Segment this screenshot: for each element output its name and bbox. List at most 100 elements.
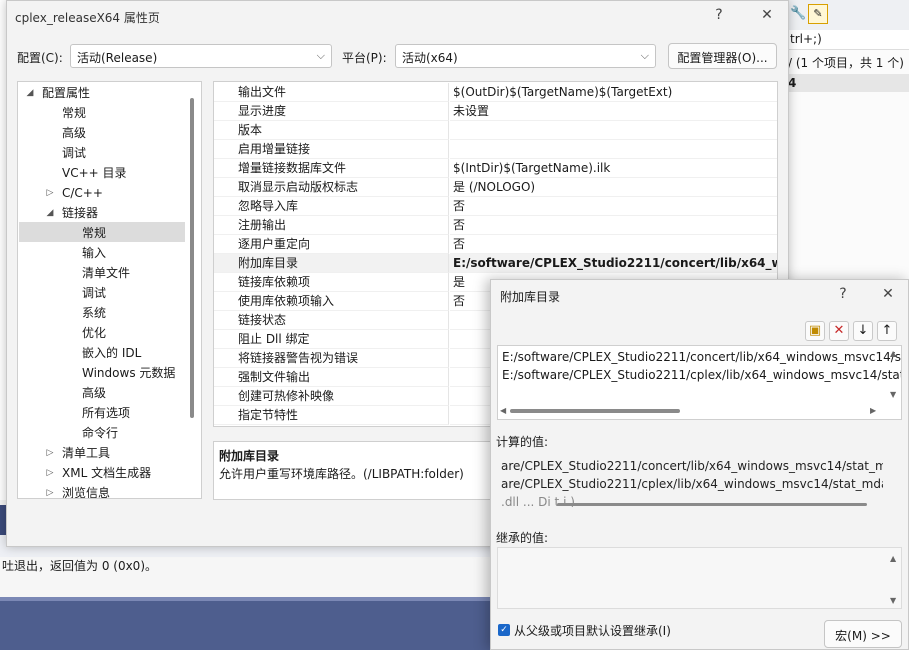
tree-item[interactable]: Windows 元数据 [82, 363, 175, 383]
chevron-down-icon: ⌵ [640, 49, 649, 62]
highlight-icon[interactable]: ✎ [808, 4, 828, 24]
tree-item[interactable]: 常规 [82, 223, 106, 243]
right-panel-row[interactable]: 4 [786, 74, 909, 92]
inherit-checkbox-label[interactable]: 从父级或项目默认设置继承(I) [514, 622, 671, 639]
tree-item[interactable]: 常规 [62, 103, 86, 123]
grid-property-value[interactable] [450, 140, 777, 159]
grid-property-name: 启用增量链接 [214, 140, 449, 159]
list-hscroll[interactable]: ◀ ▶ [498, 404, 886, 418]
tree-item[interactable]: 链接器 [62, 203, 98, 223]
tree-item[interactable]: VC++ 目录 [62, 163, 127, 183]
tree-item[interactable]: 调试 [82, 283, 106, 303]
grid-property-value[interactable]: 否 [450, 216, 777, 235]
computed-line: are/CPLEX_Studio2211/concert/lib/x64_win… [501, 459, 883, 473]
tree-item[interactable]: C/C++ [62, 183, 103, 203]
right-panel-search[interactable]: trl+;) [786, 30, 909, 50]
tree-item[interactable]: 输入 [82, 243, 106, 263]
tree-item[interactable]: 清单工具 [62, 443, 110, 463]
list-item[interactable]: E:/software/CPLEX_Studio2211/concert/lib… [502, 348, 901, 366]
tree-item[interactable]: 系统 [82, 303, 106, 323]
scroll-down-icon[interactable]: ▼ [890, 390, 896, 399]
hscroll-thumb[interactable] [510, 409, 680, 413]
tree-expand-icon[interactable]: ▷ [44, 183, 56, 203]
property-tree[interactable]: ◢ 配置属性 常规 高级 调试 VC++ 目录 ▷ C/C++ ◢ 链接器 常规 输入 清单文件 调试 系统… [17, 81, 202, 499]
config-combo[interactable]: 活动(Release) ⌵ [70, 44, 332, 68]
close-button[interactable]: ✕ [755, 7, 779, 27]
tree-scrollbar[interactable] [190, 98, 194, 418]
lib-help-button[interactable]: ? [831, 286, 855, 306]
grid-row[interactable]: 输出文件 $(OutDir)$(TargetName)$(TargetExt) [214, 83, 777, 102]
computed-label: 计算的值: [496, 435, 549, 449]
scroll-down-icon[interactable]: ▼ [890, 596, 896, 605]
grid-property-name: 注册输出 [214, 216, 449, 235]
grid-property-value[interactable]: 是 (/NOLOGO) [450, 178, 777, 197]
grid-property-value[interactable]: $(OutDir)$(TargetName)$(TargetExt) [450, 83, 777, 102]
tree-item[interactable]: 高级 [82, 383, 106, 403]
grid-row[interactable]: 取消显示启动版权标志是 (/NOLOGO) [214, 178, 777, 197]
config-manager-button[interactable]: 配置管理器(O)... [668, 43, 777, 69]
lib-close-button[interactable]: ✕ [876, 286, 900, 306]
grid-property-value[interactable]: 未设置 [450, 102, 777, 121]
tree-item[interactable]: 所有选项 [82, 403, 130, 423]
wrench-icon[interactable]: 🔧 [790, 6, 806, 21]
grid-row[interactable]: 显示进度 未设置 [214, 102, 777, 121]
scroll-up-icon[interactable]: ▲ [890, 554, 896, 563]
grid-property-name: 逐用户重定向 [214, 235, 449, 254]
bottom-status-area [0, 597, 490, 650]
config-value: 活动(Release) [77, 51, 158, 65]
description-title: 附加库目录 [219, 449, 280, 463]
dialog-title: cplex_releaseX64 属性页 [15, 11, 160, 25]
grid-row[interactable]: 逐用户重定向否 [214, 235, 777, 254]
grid-property-value[interactable] [450, 121, 777, 140]
right-panel-toolbar: 🔧 ✎ [786, 0, 909, 30]
inherited-values: ▲ ▼ [497, 547, 902, 609]
grid-property-value[interactable]: 否 [450, 235, 777, 254]
grid-property-name: 增量链接数据库文件 [214, 159, 449, 178]
lib-dialog-title: 附加库目录 [500, 290, 561, 304]
right-panel-count: / (1 个项目，共 1 个) [788, 56, 904, 70]
tree-item[interactable]: 高级 [62, 123, 86, 143]
grid-property-name: 使用库依赖项输入 [214, 292, 449, 311]
tree-item[interactable]: 配置属性 [42, 83, 90, 103]
tree-item[interactable]: 优化 [82, 323, 106, 343]
scroll-right-icon[interactable]: ▶ [870, 406, 876, 415]
new-folder-icon[interactable]: ▣ [805, 321, 825, 341]
output-text: 吐退出，返回值为 0 (0x0)。 [0, 557, 490, 597]
grid-property-value[interactable]: E:/software/CPLEX_Studio2211/concert/lib… [450, 254, 777, 273]
scroll-up-icon[interactable]: ▲ [890, 349, 896, 358]
list-item[interactable]: E:/software/CPLEX_Studio2211/cplex/lib/x… [502, 366, 901, 384]
lib-dirs-list[interactable]: E:/software/CPLEX_Studio2211/concert/lib… [497, 345, 902, 420]
tree-item[interactable]: 调试 [62, 143, 86, 163]
grid-property-name: 忽略导入库 [214, 197, 449, 216]
grid-row[interactable]: 忽略导入库否 [214, 197, 777, 216]
move-up-icon[interactable]: ↑ [877, 321, 897, 341]
move-down-icon[interactable]: ↓ [853, 321, 873, 341]
macro-button[interactable]: 宏(M) >> [824, 620, 902, 648]
tree-item[interactable]: XML 文档生成器 [62, 463, 151, 483]
tree-item[interactable]: 清单文件 [82, 263, 130, 283]
platform-combo[interactable]: 活动(x64) ⌵ [395, 44, 656, 68]
grid-row[interactable]: 启用增量链接 [214, 140, 777, 159]
tree-expand-icon[interactable]: ▷ [44, 483, 56, 498]
tree-item[interactable]: 浏览信息 [62, 483, 110, 498]
grid-property-value[interactable]: 否 [450, 197, 777, 216]
grid-row[interactable]: 增量链接数据库文件 $(IntDir)$(TargetName).ilk [214, 159, 777, 178]
grid-row[interactable]: 附加库目录 E:/software/CPLEX_Studio2211/concer… [214, 254, 777, 273]
tree-item[interactable]: 命令行 [82, 423, 118, 443]
help-button[interactable]: ? [707, 7, 731, 27]
tree-collapse-icon[interactable]: ◢ [24, 83, 36, 103]
grid-row[interactable]: 版本 [214, 121, 777, 140]
tree-collapse-icon[interactable]: ◢ [44, 203, 56, 223]
platform-label: 平台(P): [342, 51, 387, 65]
scroll-left-icon[interactable]: ◀ [500, 406, 506, 415]
grid-property-name: 版本 [214, 121, 449, 140]
computed-hscroll-thumb[interactable] [557, 503, 867, 506]
tree-expand-icon[interactable]: ▷ [44, 463, 56, 483]
inherit-checkbox[interactable]: ✓ [498, 624, 510, 636]
grid-row[interactable]: 注册输出否 [214, 216, 777, 235]
list-vscroll[interactable]: ▲ ▼ [887, 346, 901, 419]
grid-property-value[interactable]: $(IntDir)$(TargetName).ilk [450, 159, 777, 178]
tree-expand-icon[interactable]: ▷ [44, 443, 56, 463]
tree-item[interactable]: 嵌入的 IDL [82, 343, 141, 363]
delete-icon[interactable]: ✕ [829, 321, 849, 341]
